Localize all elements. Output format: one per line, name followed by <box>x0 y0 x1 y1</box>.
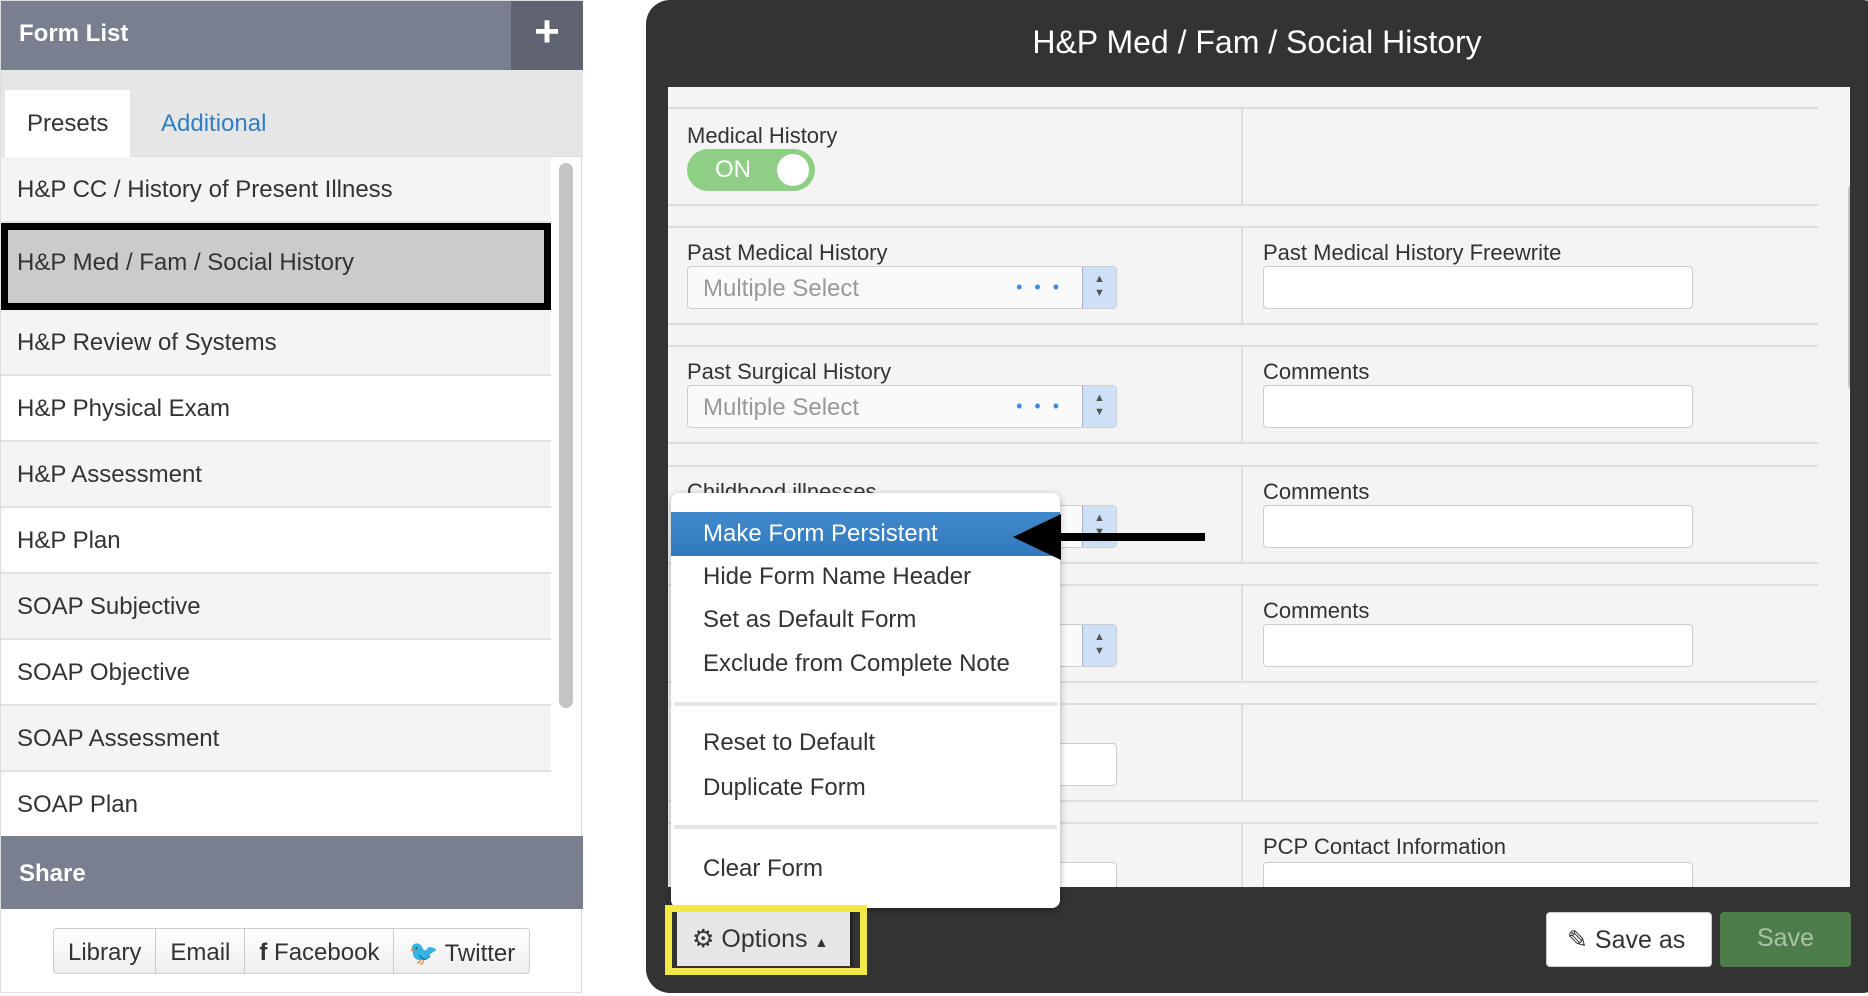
list-item[interactable]: H&P Review of Systems <box>1 310 551 376</box>
psh-multiselect[interactable]: Multiple Select ••• ▲ ▼ <box>687 385 1117 428</box>
list-item[interactable]: H&P Assessment <box>1 442 551 508</box>
email-button[interactable]: Email <box>156 929 246 973</box>
pmh-label: Past Medical History <box>687 240 888 265</box>
form-row: Past Surgical History Multiple Select •••… <box>668 345 1818 444</box>
comments-label: Comments <box>1263 598 1370 623</box>
share-title: Share <box>1 836 583 909</box>
tab-bar: Presets Additional <box>1 70 583 157</box>
menu-item-clear[interactable]: Clear Form <box>671 847 1060 891</box>
facebook-icon: f <box>259 939 268 966</box>
form-title: H&P Med / Fam / Social History <box>1032 24 1482 60</box>
gear-icon: ⚙ <box>692 925 715 953</box>
tab-additional[interactable]: Additional <box>139 90 288 157</box>
form-list-title: Form List <box>1 1 583 70</box>
arrow-annotation-icon <box>1013 514 1205 560</box>
form-scrollbar[interactable] <box>1848 182 1850 392</box>
list-item-selected[interactable]: H&P Med / Fam / Social History <box>1 223 551 310</box>
options-menu: Make Form Persistent Hide Form Name Head… <box>671 493 1060 908</box>
menu-item-make-persistent[interactable]: Make Form Persistent <box>671 512 1060 556</box>
menu-item-set-default[interactable]: Set as Default Form <box>671 598 1060 642</box>
spinner-icon: ▲ ▼ <box>1082 386 1116 427</box>
twitter-button[interactable]: 🐦 Twitter <box>394 929 530 973</box>
share-button-group: Library Email f Facebook 🐦 Twitter <box>53 928 531 974</box>
list-item[interactable]: H&P Plan <box>1 508 551 574</box>
pmh-freewrite-input[interactable] <box>1263 266 1693 309</box>
list-item[interactable]: H&P Physical Exam <box>1 376 551 442</box>
pcp-label: PCP Contact Information <box>1263 834 1506 859</box>
options-button[interactable]: ⚙ Options ▲ <box>677 912 853 966</box>
comments-input[interactable] <box>1263 385 1693 428</box>
form-list-panel: Form List + Presets Additional H&P CC / … <box>0 0 583 993</box>
save-as-button[interactable]: ✎ Save as <box>1546 912 1712 967</box>
comments-label: Comments <box>1263 479 1370 504</box>
pmh-placeholder: Multiple Select <box>703 275 860 302</box>
library-button[interactable]: Library <box>54 929 157 973</box>
menu-item-reset[interactable]: Reset to Default <box>671 721 1060 765</box>
pcp-input[interactable] <box>1263 862 1693 887</box>
menu-divider <box>674 702 1057 706</box>
comments-input[interactable] <box>1263 624 1693 667</box>
menu-item-exclude[interactable]: Exclude from Complete Note <box>671 642 1060 686</box>
pmh-multiselect[interactable]: Multiple Select ••• ▲ ▼ <box>687 266 1117 309</box>
list-item[interactable]: SOAP Subjective <box>1 574 551 640</box>
options-label: Options <box>721 925 808 953</box>
spinner-icon: ▲ ▼ <box>1082 267 1116 308</box>
facebook-label: Facebook <box>274 939 380 966</box>
pmh-freewrite-label: Past Medical History Freewrite <box>1263 240 1562 265</box>
form-row: Past Medical History Multiple Select ••• ▲… <box>668 226 1818 325</box>
form-row: Medical History ON <box>668 107 1818 206</box>
menu-divider <box>674 825 1057 829</box>
caret-up-icon: ▲ <box>814 934 829 950</box>
pencil-icon: ✎ <box>1567 926 1588 954</box>
list-item[interactable]: H&P CC / History of Present Illness <box>1 157 551 223</box>
medical-history-toggle[interactable]: ON <box>687 149 815 191</box>
list-item[interactable]: SOAP Assessment <box>1 706 551 772</box>
menu-item-hide-header[interactable]: Hide Form Name Header <box>671 555 1060 599</box>
menu-item-duplicate[interactable]: Duplicate Form <box>671 766 1060 810</box>
plus-icon[interactable]: + <box>511 1 583 70</box>
list-item[interactable]: SOAP Plan <box>1 772 551 830</box>
tab-presets[interactable]: Presets <box>5 90 131 157</box>
save-as-label: Save as <box>1594 926 1686 954</box>
toggle-label: ON <box>715 156 751 183</box>
psh-placeholder: Multiple Select <box>703 394 860 421</box>
comments-input[interactable] <box>1263 505 1693 548</box>
medical-history-label: Medical History <box>687 123 838 148</box>
spinner-icon: ▲ ▼ <box>1082 625 1116 666</box>
comments-label: Comments <box>1263 359 1370 384</box>
psh-label: Past Surgical History <box>687 359 892 384</box>
save-button[interactable]: Save <box>1720 912 1851 967</box>
form-list: H&P CC / History of Present Illness H&P … <box>1 157 551 830</box>
list-scrollbar[interactable] <box>559 163 573 708</box>
list-item[interactable]: SOAP Objective <box>1 640 551 706</box>
facebook-button[interactable]: f Facebook <box>245 929 395 973</box>
twitter-icon: 🐦 <box>408 940 439 967</box>
twitter-label: Twitter <box>444 940 516 967</box>
